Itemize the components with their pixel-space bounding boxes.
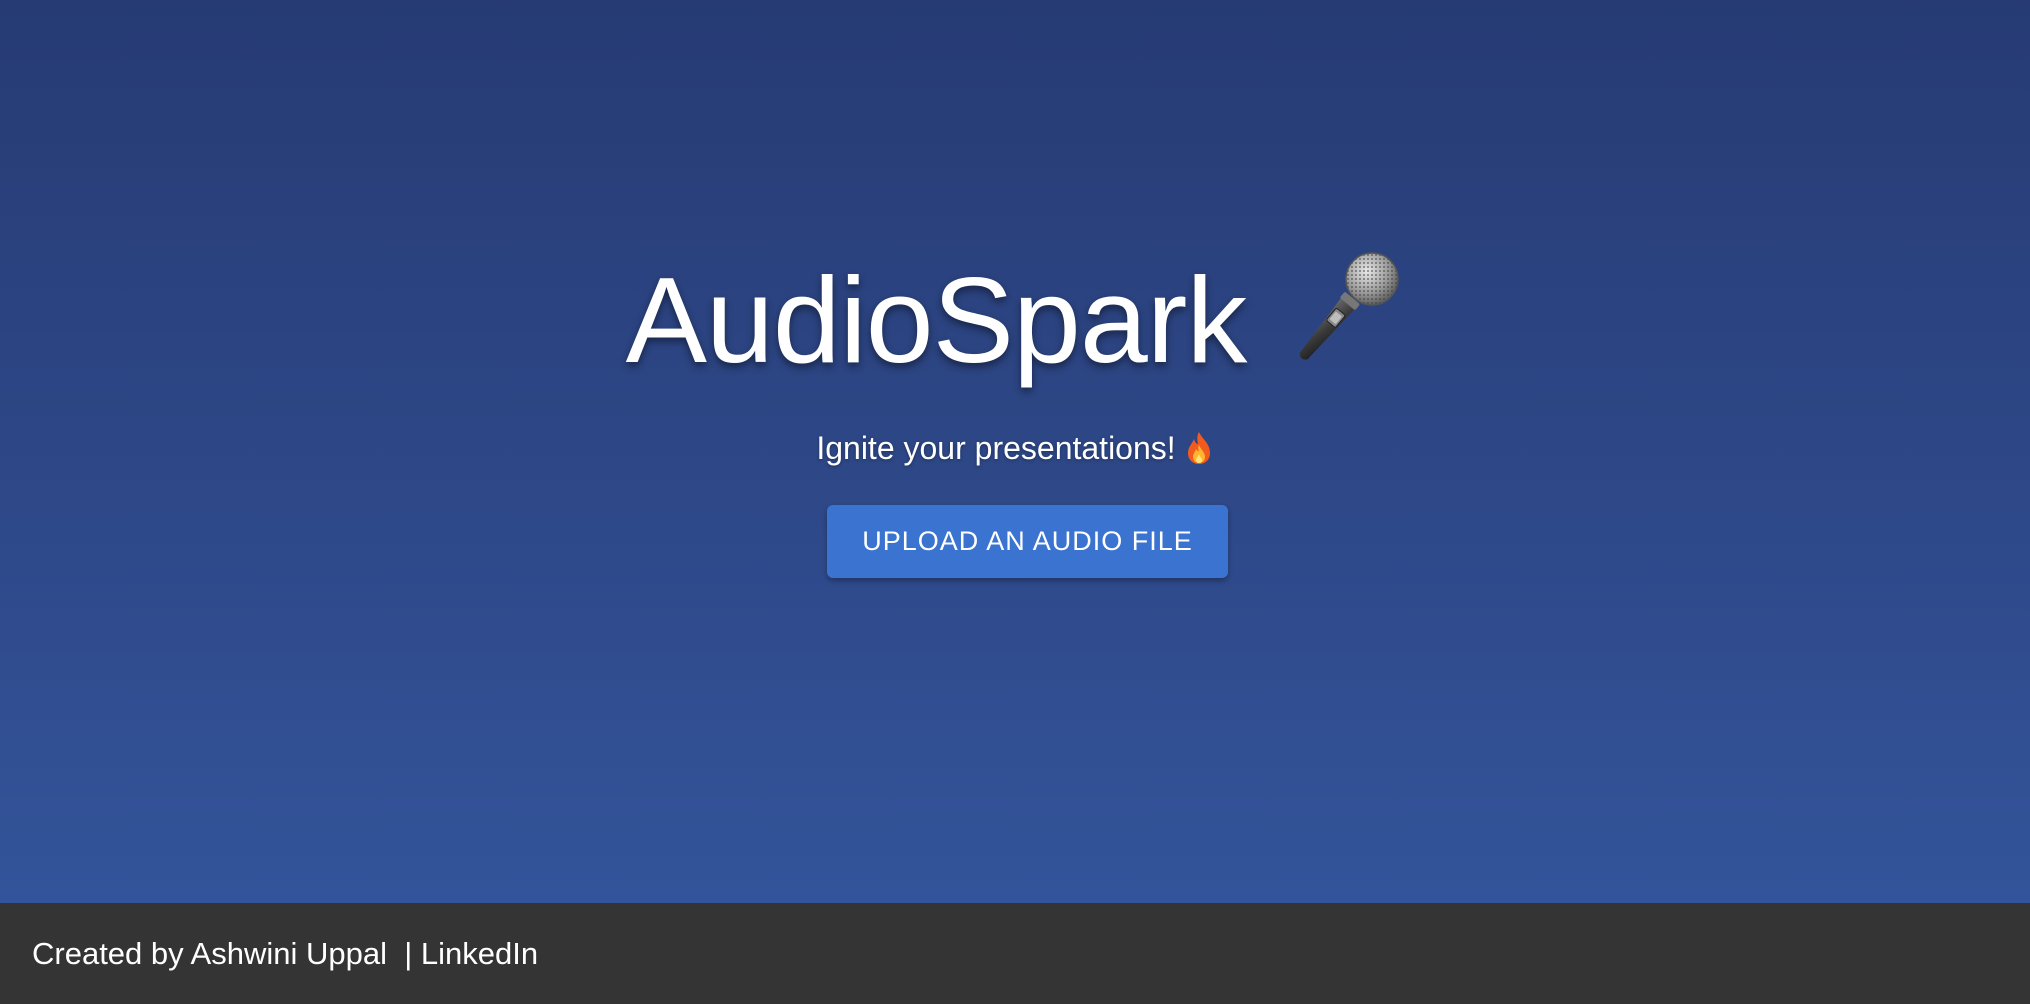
linkedin-link[interactable]: LinkedIn (421, 936, 538, 971)
footer-credit: Created by Ashwini Uppal (32, 936, 396, 971)
microphone-icon (1274, 249, 1404, 379)
tagline: Ignite your presentations! (816, 430, 1176, 466)
app-title: AudioSpark (625, 252, 1248, 388)
fire-icon (1184, 431, 1214, 465)
upload-audio-file-button[interactable]: UPLOAD AN AUDIO FILE (827, 505, 1228, 578)
title-row: AudioSpark (0, 245, 2030, 395)
footer-separator: | (395, 936, 421, 971)
footer: Created by Ashwini Uppal | LinkedIn (0, 903, 2030, 1004)
tagline-row: Ignite your presentations! (0, 426, 2030, 470)
hero-section: AudioSpark Ignite your presentations! UP… (0, 0, 2030, 903)
footer-text: Created by Ashwini Uppal | LinkedIn (32, 903, 538, 1004)
